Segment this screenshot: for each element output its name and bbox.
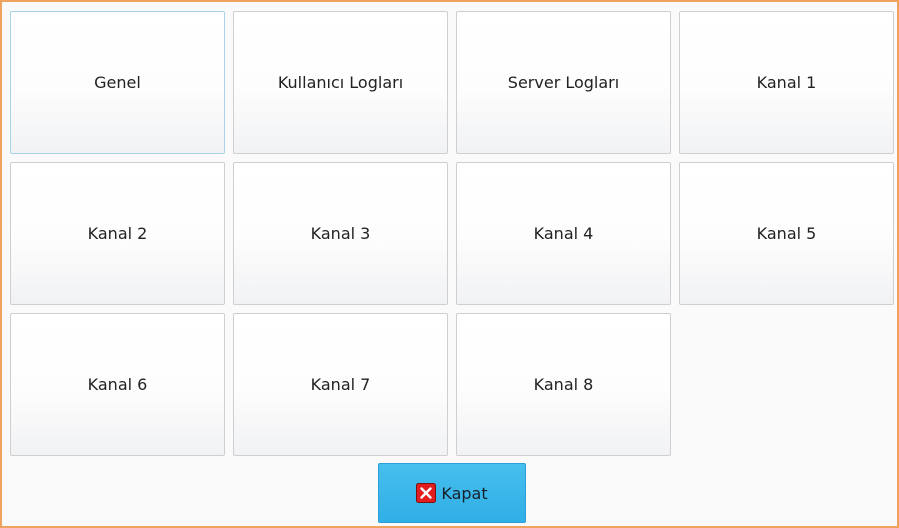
kanal-7-button[interactable]: Kanal 7	[233, 313, 448, 456]
kanal-6-button[interactable]: Kanal 6	[10, 313, 225, 456]
close-button-label: Kapat	[441, 483, 488, 503]
server-loglari-button[interactable]: Server Logları	[456, 11, 671, 154]
kanal-1-button[interactable]: Kanal 1	[679, 11, 894, 154]
close-icon	[416, 483, 437, 503]
kanal-8-button[interactable]: Kanal 8	[456, 313, 671, 456]
kullanici-loglari-button[interactable]: Kullanıcı Logları	[233, 11, 448, 154]
kanal-5-button[interactable]: Kanal 5	[679, 162, 894, 305]
genel-button[interactable]: Genel	[10, 11, 225, 154]
button-grid: Genel Kullanıcı Logları Server Logları K…	[10, 11, 895, 456]
kanal-4-button[interactable]: Kanal 4	[456, 162, 671, 305]
close-button[interactable]: Kapat	[378, 463, 526, 523]
kanal-2-button[interactable]: Kanal 2	[10, 162, 225, 305]
log-selection-dialog: Genel Kullanıcı Logları Server Logları K…	[0, 0, 899, 528]
kanal-3-button[interactable]: Kanal 3	[233, 162, 448, 305]
